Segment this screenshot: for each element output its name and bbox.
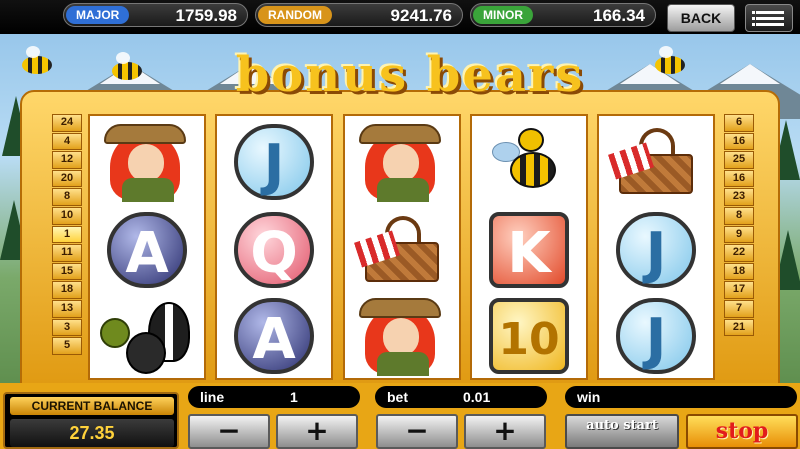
jackpot-minor: MINOR 166.34 <box>470 3 656 27</box>
symbol-a-icon: A <box>90 206 204 294</box>
line-field: line 1 <box>188 386 360 408</box>
jackpot-minor-value: 166.34 <box>593 6 645 25</box>
payline-number[interactable]: 3 <box>52 318 82 337</box>
game-title: bonus bears <box>235 47 585 103</box>
payline-number[interactable]: 21 <box>724 318 754 337</box>
reel-1: A <box>88 114 206 380</box>
bet-decrease-button[interactable]: − <box>376 414 458 449</box>
payline-number[interactable]: 16 <box>724 169 754 188</box>
jackpot-minor-label: MINOR <box>473 6 533 24</box>
bet-increase-button[interactable]: + <box>464 414 546 449</box>
bee-icon <box>655 46 685 74</box>
jackpot-random-value: 9241.76 <box>390 6 452 25</box>
jackpot-major-value: 1759.98 <box>175 6 237 25</box>
line-label: line <box>200 389 225 405</box>
payline-number[interactable]: 16 <box>724 132 754 151</box>
balance-label: CURRENT BALANCE <box>10 397 174 415</box>
symbol-a-icon: A <box>217 292 331 380</box>
win-field: win <box>565 386 797 408</box>
payline-number[interactable]: 7 <box>724 299 754 318</box>
paylines-left: 24 4 12 20 8 10 1 11 15 18 13 3 5 <box>50 114 84 356</box>
bet-value: 0.01 <box>463 389 491 405</box>
bet-label: bet <box>387 389 408 405</box>
payline-number[interactable]: 6 <box>724 114 754 132</box>
bee-icon <box>112 52 142 80</box>
symbol-j-icon: J <box>217 118 331 206</box>
symbol-j-icon: J <box>599 206 713 294</box>
payline-number[interactable]: 8 <box>52 188 82 206</box>
symbol-j-icon: J <box>599 292 713 380</box>
symbol-ranger-icon <box>90 118 204 206</box>
jackpot-major-label: MAJOR <box>66 6 130 24</box>
jackpot-random: RANDOM 9241.76 <box>255 3 463 27</box>
line-decrease-button[interactable]: − <box>188 414 270 449</box>
payline-number[interactable]: 20 <box>52 169 82 188</box>
payline-number[interactable]: 8 <box>724 206 754 225</box>
symbol-wasp-icon <box>472 118 586 206</box>
symbol-10-icon: 10 <box>472 292 586 380</box>
stop-button[interactable]: stop <box>686 414 798 449</box>
jackpot-major: MAJOR 1759.98 <box>63 3 248 27</box>
bet-field: bet 0.01 <box>375 386 547 408</box>
payline-number[interactable]: 15 <box>52 262 82 281</box>
balance-value: 27.35 <box>10 419 174 447</box>
payline-number[interactable]: 17 <box>724 281 754 299</box>
symbol-skunk-icon <box>90 292 204 380</box>
payline-number-active[interactable]: 1 <box>52 225 82 244</box>
reel-2: J Q A <box>215 114 333 380</box>
jackpot-random-label: RANDOM <box>258 6 332 24</box>
menu-icon[interactable] <box>745 4 793 32</box>
symbol-picnic-basket-icon <box>345 206 459 294</box>
win-label: win <box>577 389 601 405</box>
back-button[interactable]: BACK <box>667 4 735 32</box>
symbol-ranger-icon <box>345 292 459 380</box>
payline-number[interactable]: 10 <box>52 206 82 225</box>
payline-number[interactable]: 4 <box>52 132 82 151</box>
payline-number[interactable]: 11 <box>52 244 82 262</box>
auto-start-button[interactable]: auto start <box>565 414 679 449</box>
top-bar: MAJOR 1759.98 RANDOM 9241.76 MINOR 166.3… <box>0 0 800 34</box>
payline-number[interactable]: 25 <box>724 151 754 169</box>
payline-number[interactable]: 18 <box>52 281 82 299</box>
reel-5: J J <box>597 114 715 380</box>
payline-number[interactable]: 5 <box>52 337 82 355</box>
bee-icon <box>22 46 52 74</box>
symbol-picnic-basket-icon <box>599 118 713 206</box>
payline-number[interactable]: 23 <box>724 188 754 206</box>
line-increase-button[interactable]: + <box>276 414 358 449</box>
payline-number[interactable]: 22 <box>724 244 754 262</box>
symbol-k-icon: K <box>472 206 586 294</box>
payline-number[interactable]: 9 <box>724 225 754 244</box>
symbol-ranger-icon <box>345 118 459 206</box>
payline-number[interactable]: 12 <box>52 151 82 169</box>
symbol-q-icon: Q <box>217 206 331 294</box>
reel-3 <box>343 114 461 380</box>
payline-number[interactable]: 24 <box>52 114 82 132</box>
paylines-right: 6 16 25 16 23 8 9 22 18 17 7 21 <box>722 114 756 337</box>
reel-4: K 10 <box>470 114 588 380</box>
payline-number[interactable]: 13 <box>52 299 82 318</box>
line-value: 1 <box>290 389 298 405</box>
payline-number[interactable]: 18 <box>724 262 754 281</box>
